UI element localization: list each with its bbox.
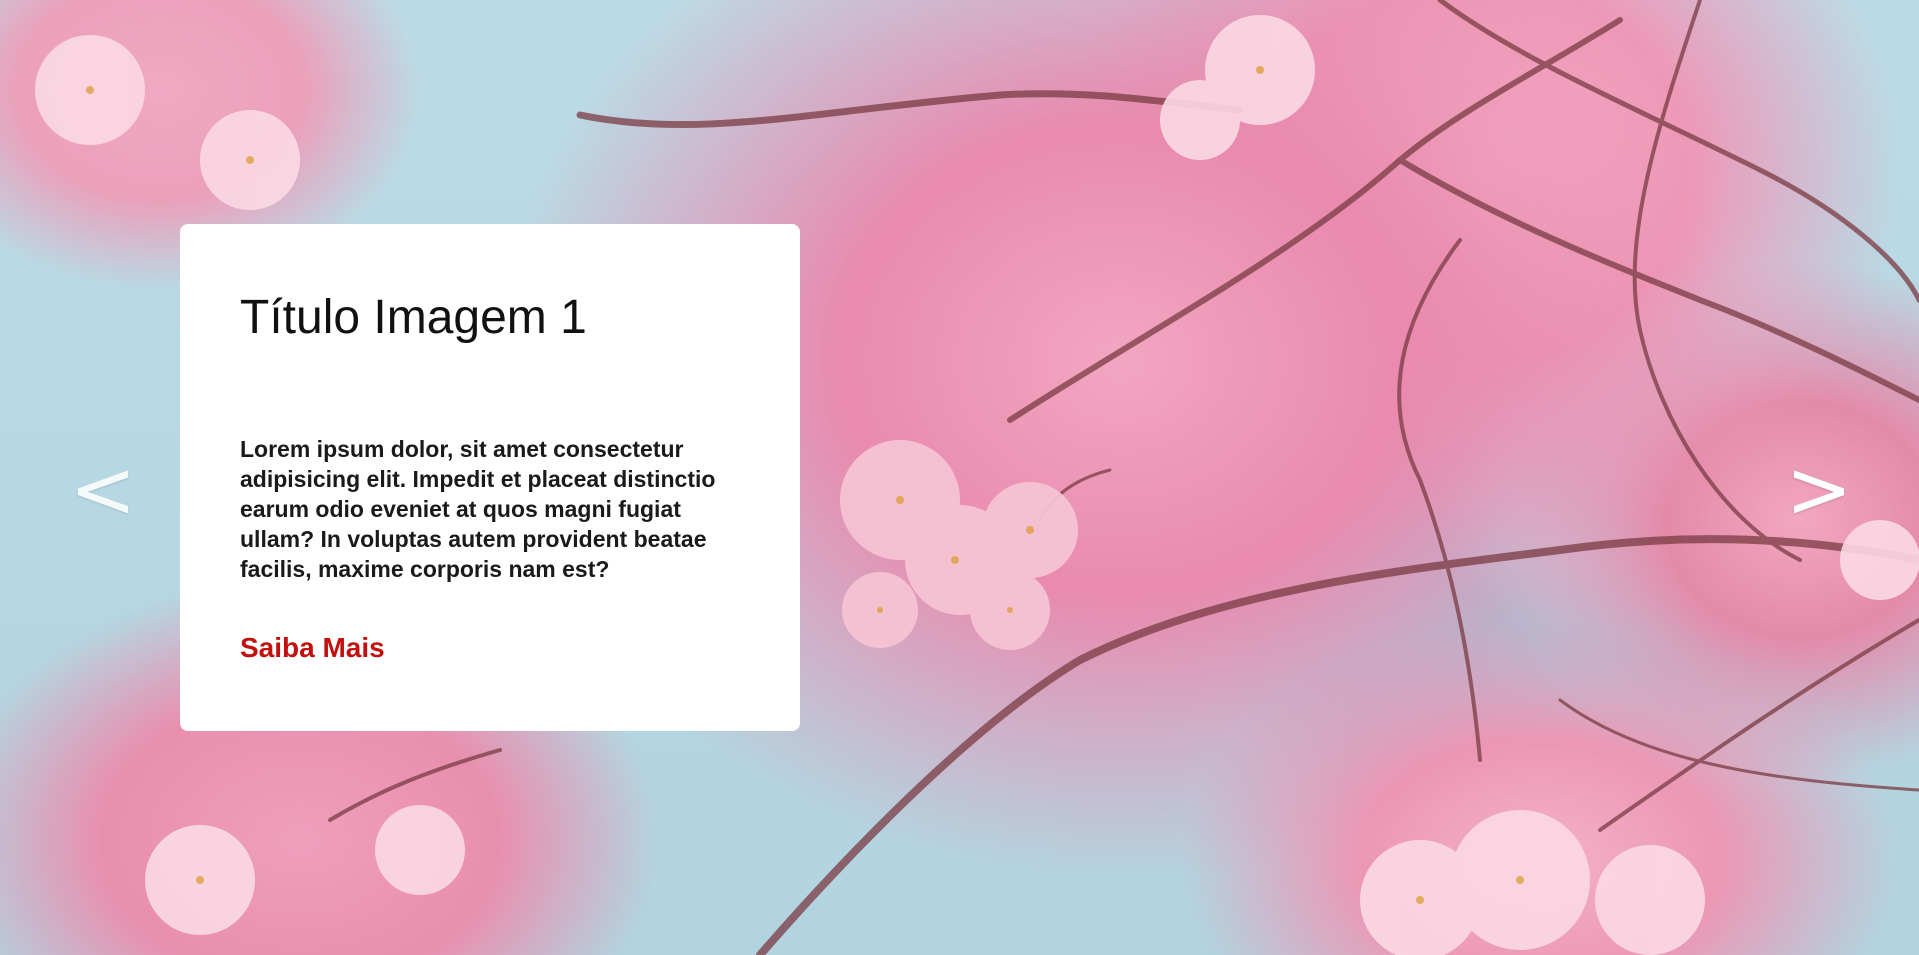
slide-description: Lorem ipsum dolor, sit amet consectetur … — [240, 436, 716, 582]
slide-caption-card: Título Imagem 1 Lorem ipsum dolor, sit a… — [180, 224, 800, 731]
next-slide-button[interactable]: > — [1785, 450, 1852, 530]
chevron-right-icon: > — [1785, 443, 1853, 536]
learn-more-link[interactable]: Saiba Mais — [240, 632, 385, 664]
chevron-left-icon: < — [69, 443, 137, 536]
slide-title: Título Imagem 1 — [240, 291, 587, 344]
previous-slide-button[interactable]: < — [69, 450, 136, 530]
